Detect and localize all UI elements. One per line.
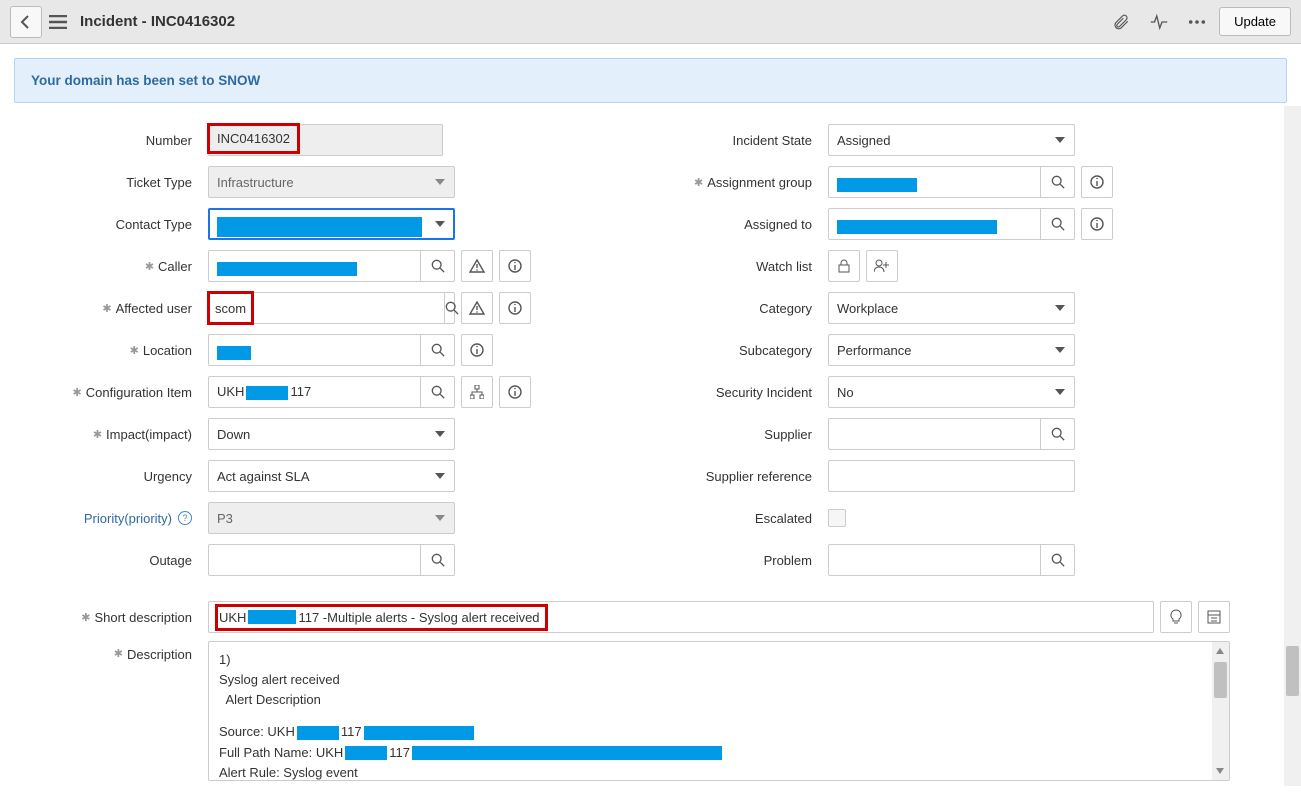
label-priority[interactable]: Priority(priority)? [30,511,208,526]
problem-input[interactable] [829,545,1040,575]
info-icon[interactable] [1081,208,1113,240]
ci-lookup[interactable]: UKH117 [208,376,455,408]
outage-input[interactable] [209,545,420,575]
search-icon[interactable] [1040,545,1074,575]
escalated-checkbox [828,509,846,527]
menu-icon[interactable] [42,6,74,38]
affected-user-input[interactable] [252,293,444,323]
info-icon[interactable] [499,250,531,282]
tree-icon[interactable] [461,376,493,408]
subcategory-select[interactable]: Performance [828,334,1075,366]
ci-value: UKH117 [209,377,311,407]
related-search-icon[interactable] [1198,601,1230,633]
description-scrollbar[interactable] [1212,642,1229,780]
search-icon[interactable] [444,293,459,323]
short-description-input[interactable]: UKH117 -Multiple alerts - Syslog alert r… [208,601,1154,633]
security-incident-select[interactable]: No [828,376,1075,408]
add-me-icon[interactable] [866,250,898,282]
supplier-lookup[interactable] [828,418,1075,450]
label-contact-type: Contact Type [30,217,208,232]
update-button[interactable]: Update [1219,7,1291,36]
label-affected-user: ✱Affected user [30,301,208,316]
label-caller: ✱Caller [30,259,208,274]
lock-icon[interactable] [828,250,860,282]
assignment-group-lookup[interactable] [828,166,1075,198]
search-icon[interactable] [1040,167,1074,197]
incident-state-select[interactable]: Assigned [828,124,1075,156]
label-ticket-type: Ticket Type [30,175,208,190]
label-short-description: ✱Short description [30,610,208,625]
label-ci: ✱Configuration Item [30,385,208,400]
page-header: Incident - INC0416302 Update [0,0,1301,44]
suggestion-icon[interactable] [1160,601,1192,633]
caller-lookup[interactable] [208,250,455,282]
label-category: Category [650,301,828,316]
label-outage: Outage [30,553,208,568]
page-title: Incident - INC0416302 [80,13,235,30]
search-icon[interactable] [420,377,454,407]
label-number: Number [30,133,208,148]
impact-select[interactable]: Down [208,418,455,450]
label-security-incident: Security Incident [650,385,828,400]
label-watch-list: Watch list [650,259,828,274]
activity-icon[interactable] [1143,6,1175,38]
problem-lookup[interactable] [828,544,1075,576]
number-value: INC0416302 [209,125,298,152]
category-select[interactable]: Workplace [828,292,1075,324]
label-urgency: Urgency [30,469,208,484]
info-icon[interactable] [499,376,531,408]
label-subcategory: Subcategory [650,343,828,358]
search-icon[interactable] [1040,419,1074,449]
label-location: ✱Location [30,343,208,358]
urgency-select[interactable]: Act against SLA [208,460,455,492]
assigned-to-lookup[interactable] [828,208,1075,240]
incident-form: Number INC0416302 Ticket Type Infrastruc… [0,113,1260,799]
label-escalated: Escalated [650,511,828,526]
priority-select: P3 [208,502,455,534]
affected-user-value: scom [209,293,252,323]
search-icon[interactable] [1040,209,1074,239]
ticket-type-select: Infrastructure [208,166,455,198]
label-description: ✱Description [30,641,208,781]
label-incident-state: Incident State [650,133,828,148]
search-icon[interactable] [420,251,454,281]
label-assigned-to: Assigned to [650,217,828,232]
warning-icon[interactable] [461,250,493,282]
help-icon[interactable]: ? [178,511,192,525]
attachment-icon[interactable] [1105,6,1137,38]
label-supplier: Supplier [650,427,828,442]
affected-user-lookup[interactable]: scom [208,292,455,324]
page-scrollbar[interactable] [1284,106,1301,786]
info-icon[interactable] [499,292,531,324]
label-problem: Problem [650,553,828,568]
info-icon[interactable] [1081,166,1113,198]
supplier-input[interactable] [829,419,1040,449]
more-icon[interactable] [1181,6,1213,38]
label-impact: ✱Impact(impact) [30,427,208,442]
search-icon[interactable] [420,545,454,575]
label-assignment-group: ✱Assignment group [650,175,828,190]
description-textarea[interactable]: 1) Syslog alert received Alert Descripti… [208,641,1230,781]
domain-banner: Your domain has been set to SNOW [14,58,1287,103]
search-icon[interactable] [420,335,454,365]
warning-icon[interactable] [461,292,493,324]
label-supplier-reference: Supplier reference [650,469,828,484]
info-icon[interactable] [461,334,493,366]
back-button[interactable] [10,6,42,38]
location-lookup[interactable] [208,334,455,366]
supplier-reference-input[interactable] [828,460,1075,492]
outage-lookup[interactable] [208,544,455,576]
